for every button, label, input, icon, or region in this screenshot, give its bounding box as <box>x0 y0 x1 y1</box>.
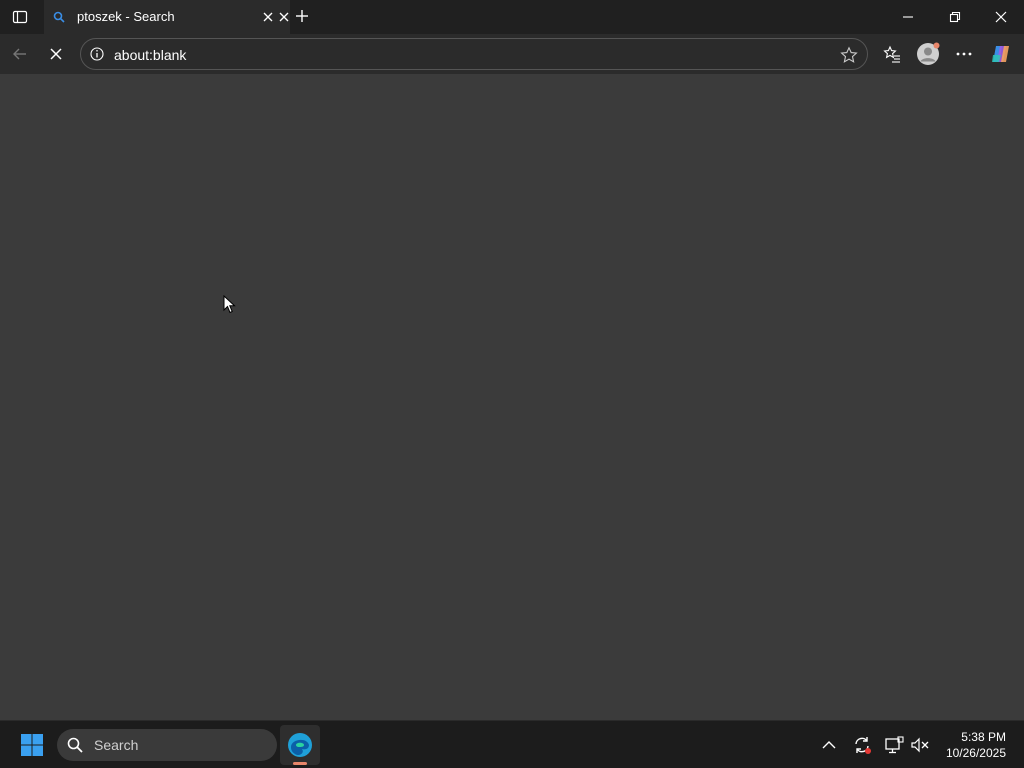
copilot-icon[interactable] <box>988 41 1014 67</box>
title-bar: ptoszek - Search <box>0 0 1024 34</box>
back-icon[interactable] <box>8 42 32 66</box>
chevron-up-icon[interactable] <box>818 733 840 757</box>
system-clock[interactable]: 5:38 PM 10/26/2025 <box>946 729 1006 761</box>
favorites-icon[interactable] <box>880 42 904 66</box>
taskbar: Search 5:38 PM 10/26/2025 <box>0 720 1024 768</box>
address-bar[interactable]: about:blank <box>80 38 868 70</box>
browser-toolbar: about:blank <box>0 34 1024 74</box>
address-url[interactable]: about:blank <box>114 47 186 63</box>
mouse-cursor-icon <box>222 294 236 314</box>
restore-icon[interactable] <box>943 7 967 27</box>
stop-loading-icon[interactable] <box>44 42 68 66</box>
minimize-icon[interactable] <box>896 7 920 27</box>
search-favicon-icon <box>52 10 66 24</box>
taskbar-search[interactable]: Search <box>57 729 277 761</box>
active-app-indicator <box>293 762 307 765</box>
close-window-icon[interactable] <box>989 7 1013 27</box>
page-content-blank[interactable] <box>0 74 1024 720</box>
volume-muted-icon[interactable] <box>908 733 932 757</box>
favorite-star-icon[interactable] <box>839 45 859 65</box>
close-tab-icon[interactable] <box>276 9 292 25</box>
profile-avatar-icon[interactable] <box>914 40 942 68</box>
new-tab-icon[interactable] <box>292 6 312 26</box>
sync-icon[interactable] <box>850 733 874 757</box>
edge-taskbar-button[interactable] <box>280 725 320 765</box>
info-icon[interactable] <box>89 46 105 62</box>
tab-title: ptoszek - Search <box>77 9 175 24</box>
clock-time: 5:38 PM <box>961 730 1006 744</box>
taskbar-search-placeholder: Search <box>94 737 139 753</box>
edge-browser-icon <box>287 732 313 758</box>
tab-actions-icon[interactable] <box>8 5 32 29</box>
browser-tab[interactable]: ptoszek - Search <box>44 0 290 34</box>
display-icon[interactable] <box>882 733 906 757</box>
search-icon <box>67 737 83 753</box>
windows-start-icon[interactable] <box>16 729 48 761</box>
close-tab-icon[interactable] <box>260 9 276 25</box>
more-options-icon[interactable] <box>952 42 976 66</box>
clock-date: 10/26/2025 <box>945 746 1006 760</box>
